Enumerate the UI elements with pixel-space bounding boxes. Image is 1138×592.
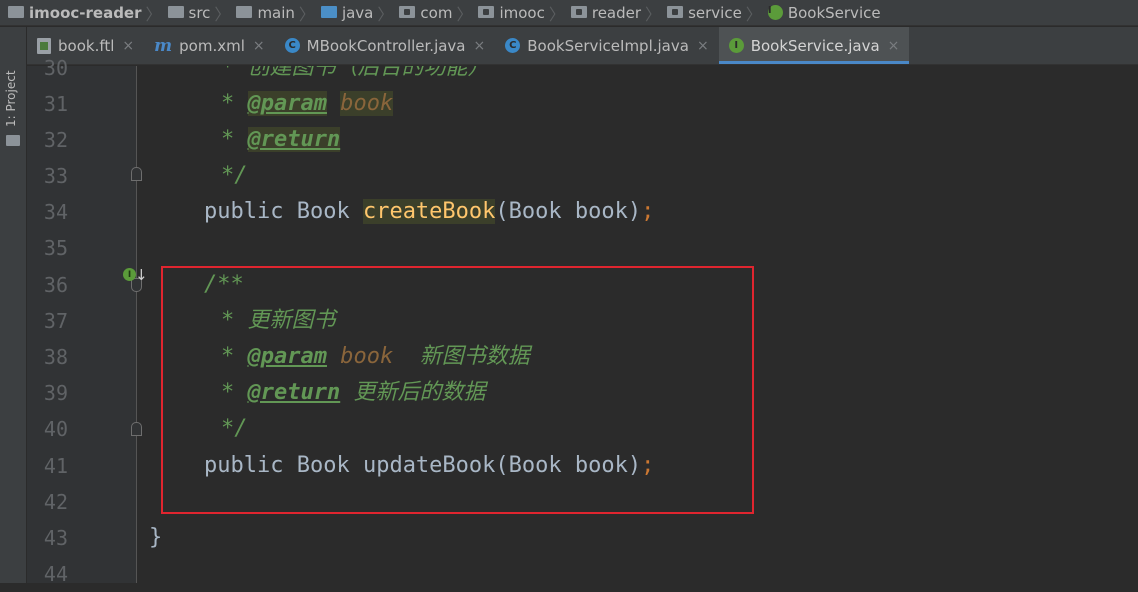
breadcrumb: imooc-reader 〉 src 〉 main 〉 java 〉 com 〉…	[0, 0, 1138, 26]
breadcrumb-item-service[interactable]: service	[667, 0, 742, 26]
tab-bookserviceimpl[interactable]: C BookServiceImpl.java ×	[495, 27, 718, 64]
close-icon[interactable]: ×	[253, 38, 265, 54]
breadcrumb-item-project[interactable]: imooc-reader	[8, 0, 142, 26]
close-icon[interactable]: ×	[122, 38, 134, 54]
code-line-33: */	[221, 163, 248, 188]
tab-bookservice[interactable]: I BookService.java ×	[718, 27, 910, 64]
close-icon[interactable]: ×	[474, 38, 486, 54]
chevron-right-icon: 〉	[298, 4, 315, 24]
chevron-right-icon: 〉	[548, 4, 565, 24]
line-number: 33	[43, 164, 68, 188]
line-number: 30	[43, 56, 68, 80]
package-icon	[399, 5, 416, 18]
breadcrumb-item-imooc[interactable]: imooc	[478, 0, 545, 26]
chevron-right-icon: 〉	[377, 4, 394, 24]
line-number: 41	[43, 454, 68, 478]
close-icon[interactable]: ×	[888, 38, 900, 54]
chevron-right-icon: 〉	[645, 4, 662, 24]
code-line-31: * @param book	[221, 91, 394, 116]
editor-gutter: 30 31 32 33 34 35 36 37 38 39 40 41 42 4…	[27, 56, 148, 586]
line-number: 36	[43, 273, 68, 297]
breadcrumb-item-src[interactable]: src	[167, 0, 210, 26]
project-tool-window-button[interactable]: 1: Project	[4, 67, 22, 127]
folder-icon	[236, 5, 253, 18]
project-folder-icon	[8, 5, 24, 18]
tab-mbookcontroller[interactable]: C MBookController.java ×	[275, 27, 496, 64]
folder-icon	[167, 5, 184, 18]
breadcrumb-item-bookservice[interactable]: I BookService	[767, 0, 881, 26]
line-number: 42	[43, 490, 68, 514]
tool-window-stripe: 1: Project	[0, 27, 27, 583]
breadcrumb-item-com[interactable]: com	[399, 0, 452, 26]
interface-icon: I	[767, 5, 783, 20]
highlight-annotation-box	[161, 266, 754, 514]
package-icon	[667, 5, 684, 18]
source-folder-icon	[320, 5, 337, 18]
tab-pom-xml[interactable]: m pom.xml ×	[144, 27, 274, 64]
breadcrumb-item-main[interactable]: main	[236, 0, 295, 26]
project-folder-icon[interactable]	[6, 135, 20, 146]
chevron-right-icon: 〉	[145, 4, 162, 24]
code-line-30: * 创建图书（后台的功能）	[221, 66, 490, 80]
code-line-34: public Book createBook(Book book);	[204, 199, 655, 224]
chevron-right-icon: 〉	[214, 4, 231, 24]
line-number: 32	[43, 128, 68, 152]
line-number: 31	[43, 92, 68, 116]
line-number: 34	[43, 200, 68, 224]
class-icon: C	[284, 38, 300, 53]
chevron-right-icon: 〉	[745, 4, 762, 24]
line-number: 39	[43, 381, 68, 405]
close-icon[interactable]: ×	[697, 38, 709, 54]
class-icon: C	[505, 38, 521, 53]
chevron-right-icon: 〉	[456, 4, 473, 24]
maven-icon: m	[154, 35, 173, 56]
interface-icon: I	[728, 38, 744, 53]
code-line-32: * @return	[221, 127, 341, 152]
line-number: 43	[43, 526, 68, 550]
breadcrumb-item-reader[interactable]: reader	[570, 0, 641, 26]
line-number: 44	[43, 562, 68, 586]
package-icon	[478, 5, 495, 18]
line-number: 35	[43, 236, 68, 260]
line-number: 40	[43, 417, 68, 441]
code-line-43: }	[149, 525, 163, 550]
editor-tabs: book.ftl × m pom.xml × C MBookController…	[27, 27, 1138, 65]
line-number: 37	[43, 309, 68, 333]
breadcrumb-item-java[interactable]: java	[320, 0, 373, 26]
line-number: 38	[43, 345, 68, 369]
package-icon	[570, 5, 587, 18]
